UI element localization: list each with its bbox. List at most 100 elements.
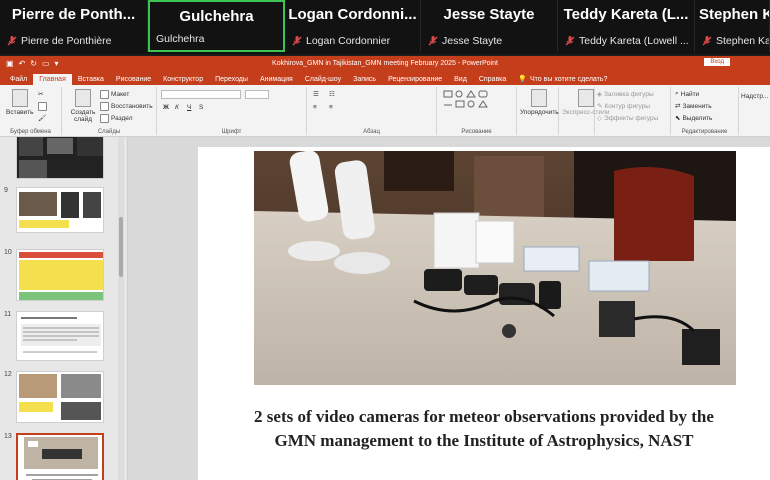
find-button[interactable]: ⌕ Найти [675,90,699,98]
slide-thumb-graphic [19,252,103,300]
participant-tile-logan[interactable]: Logan Cordonni... Logan Cordonnier [285,0,421,52]
powerpoint-window: ▣ ↶ ↻ ▭ ▾ Kokhirova_GMN in Tajikistan_GM… [0,56,770,480]
slide-thumb-graphic [21,317,101,353]
participant-tile-teddy[interactable]: Teddy Kareta (L... Teddy Kareta (Lowell … [558,0,695,52]
slide-number: 11 [4,311,12,318]
slide-thumbnail-12[interactable] [16,371,104,423]
slide-number: 9 [4,187,8,194]
slides-group-label: Слайды [97,129,121,135]
slide-thumb-graphic [24,437,98,480]
copy-button[interactable] [38,102,47,111]
quick-styles-icon [577,89,594,107]
align-left-icon: ≡ [313,104,317,111]
tab-animations[interactable]: Анимация [254,74,299,85]
search-icon: ⌕ [675,90,679,97]
cursor-icon: ⬉ [675,115,681,122]
paste-button[interactable]: Вставить [6,89,34,116]
shape-outline-button[interactable]: ✎ Контур фигуры [597,102,650,111]
arrange-icon [531,89,548,107]
tab-home[interactable]: Главная [33,74,72,85]
addins-button[interactable]: Надстр... [741,93,768,100]
sign-in-button[interactable]: Вход [704,58,730,66]
title-bar: ▣ ↶ ↻ ▭ ▾ Kokhirova_GMN in Tajikistan_GM… [0,56,770,70]
participant-tile-stephen[interactable]: Stephen K Stephen Kau [695,0,770,52]
mic-off-icon [7,36,17,46]
drawing-group-label: Рисование [461,129,492,135]
tab-help[interactable]: Справка [473,74,512,85]
caption-line-1: 2 sets of video cameras for meteor obser… [254,407,714,426]
format-painter-button[interactable]: 🖌 [38,114,46,122]
tab-insert[interactable]: Вставка [72,74,110,85]
participant-tile-gulchehra[interactable]: Gulchehra Gulchehra [148,0,285,52]
tab-slideshow[interactable]: Слайд-шоу [299,74,347,85]
replace-icon: ⇄ [675,103,681,110]
tab-record[interactable]: Запись [347,74,382,85]
font-group: Ж К Ч S Шрифт [157,87,307,135]
arrange-button[interactable]: Упорядочить [520,89,559,116]
underline-button[interactable]: Ч [187,104,191,111]
scrollbar-thumb[interactable] [119,217,123,277]
participant-tile-jesse[interactable]: Jesse Stayte Jesse Stayte [421,0,558,52]
slide-thumbnail-8[interactable] [16,137,104,179]
participant-display-name: Teddy Kareta (L... [563,6,689,23]
bold-button[interactable]: Ж [163,104,169,111]
slide-number: 13 [4,433,12,440]
tab-file[interactable]: Файл [4,74,33,85]
align-center-button[interactable]: ≡ [329,104,333,111]
layout-button[interactable]: Макет [100,90,129,99]
slide-thumbnail-9[interactable] [16,187,104,233]
bullets-button[interactable]: ☰ [313,90,319,98]
pen-icon: ✎ [597,103,603,110]
participant-display-name: Stephen K [699,6,770,23]
cut-button[interactable]: ✂ [38,90,43,98]
font-name-select[interactable] [161,90,241,99]
tab-transitions[interactable]: Переходы [209,74,254,85]
meteor-cameras-photo [254,151,736,385]
tab-design[interactable]: Конструктор [157,74,209,85]
slide-thumb-graphic [19,374,101,420]
shape-format-group: ◈ Заливка фигуры ✎ Контур фигуры ◇ Эффекты … [595,87,671,135]
tell-me-box[interactable]: 💡 Что вы хотите сделать? [512,73,613,85]
align-left-button[interactable]: ≡ [313,104,317,111]
arrange-group: Упорядочить [517,87,559,135]
slide-number: 10 [4,249,12,256]
document-title: Kokhirova_GMN in Tajikistan_GMN meeting … [272,59,498,67]
italic-button[interactable]: К [175,104,179,111]
tab-review[interactable]: Рецензирование [382,74,448,85]
mic-off-icon [565,36,575,46]
align-center-icon: ≡ [329,104,333,111]
numbering-button[interactable]: ☷ [329,90,335,98]
slide-thumbnail-11[interactable] [16,311,104,361]
cut-icon: ✂ [38,91,44,98]
slide-number: 12 [4,371,12,378]
slide-thumbnail-10[interactable] [16,249,104,301]
shape-fill-button[interactable]: ◈ Заливка фигуры [597,90,654,99]
replace-button[interactable]: ⇄ Заменить [675,102,712,111]
current-slide[interactable]: 2 sets of video cameras for meteor obser… [198,147,770,480]
slide-thumbnails-pane[interactable]: 9 10 11 12 13 [0,137,128,480]
ribbon-tabs: Файл Главная Вставка Рисование Конструкт… [0,70,770,85]
font-size-select[interactable] [245,90,269,99]
shape-effects-button[interactable]: ◇ Эффекты фигуры [597,114,658,123]
thumbnails-scrollbar[interactable] [118,137,124,480]
bullets-icon: ☰ [313,91,319,98]
section-button[interactable]: Раздел [100,114,132,123]
new-slide-icon [75,89,91,107]
tab-view[interactable]: Вид [448,74,473,85]
slide-thumb-graphic [19,192,101,228]
participant-display-name: Logan Cordonni... [288,6,417,23]
slide-thumb-graphic [19,137,103,178]
participant-tile-pierre[interactable]: Pierre de Ponth... Pierre de Ponthière [0,0,148,52]
mic-off-icon [428,36,438,46]
slide-thumbnail-13[interactable] [16,433,104,480]
strikethrough-button[interactable]: S [199,104,203,111]
mic-off-icon [702,36,712,46]
new-slide-button[interactable]: Создать слайд [66,89,100,123]
shapes-gallery[interactable] [443,90,489,118]
paint-bucket-icon: ◈ [597,91,602,98]
slide-caption[interactable]: 2 sets of video cameras for meteor obser… [198,405,770,453]
reset-button[interactable]: Восстановить [100,102,153,111]
shapes-icon [443,90,488,108]
select-button[interactable]: ⬉ Выделить [675,114,712,123]
tab-draw[interactable]: Рисование [110,74,157,85]
